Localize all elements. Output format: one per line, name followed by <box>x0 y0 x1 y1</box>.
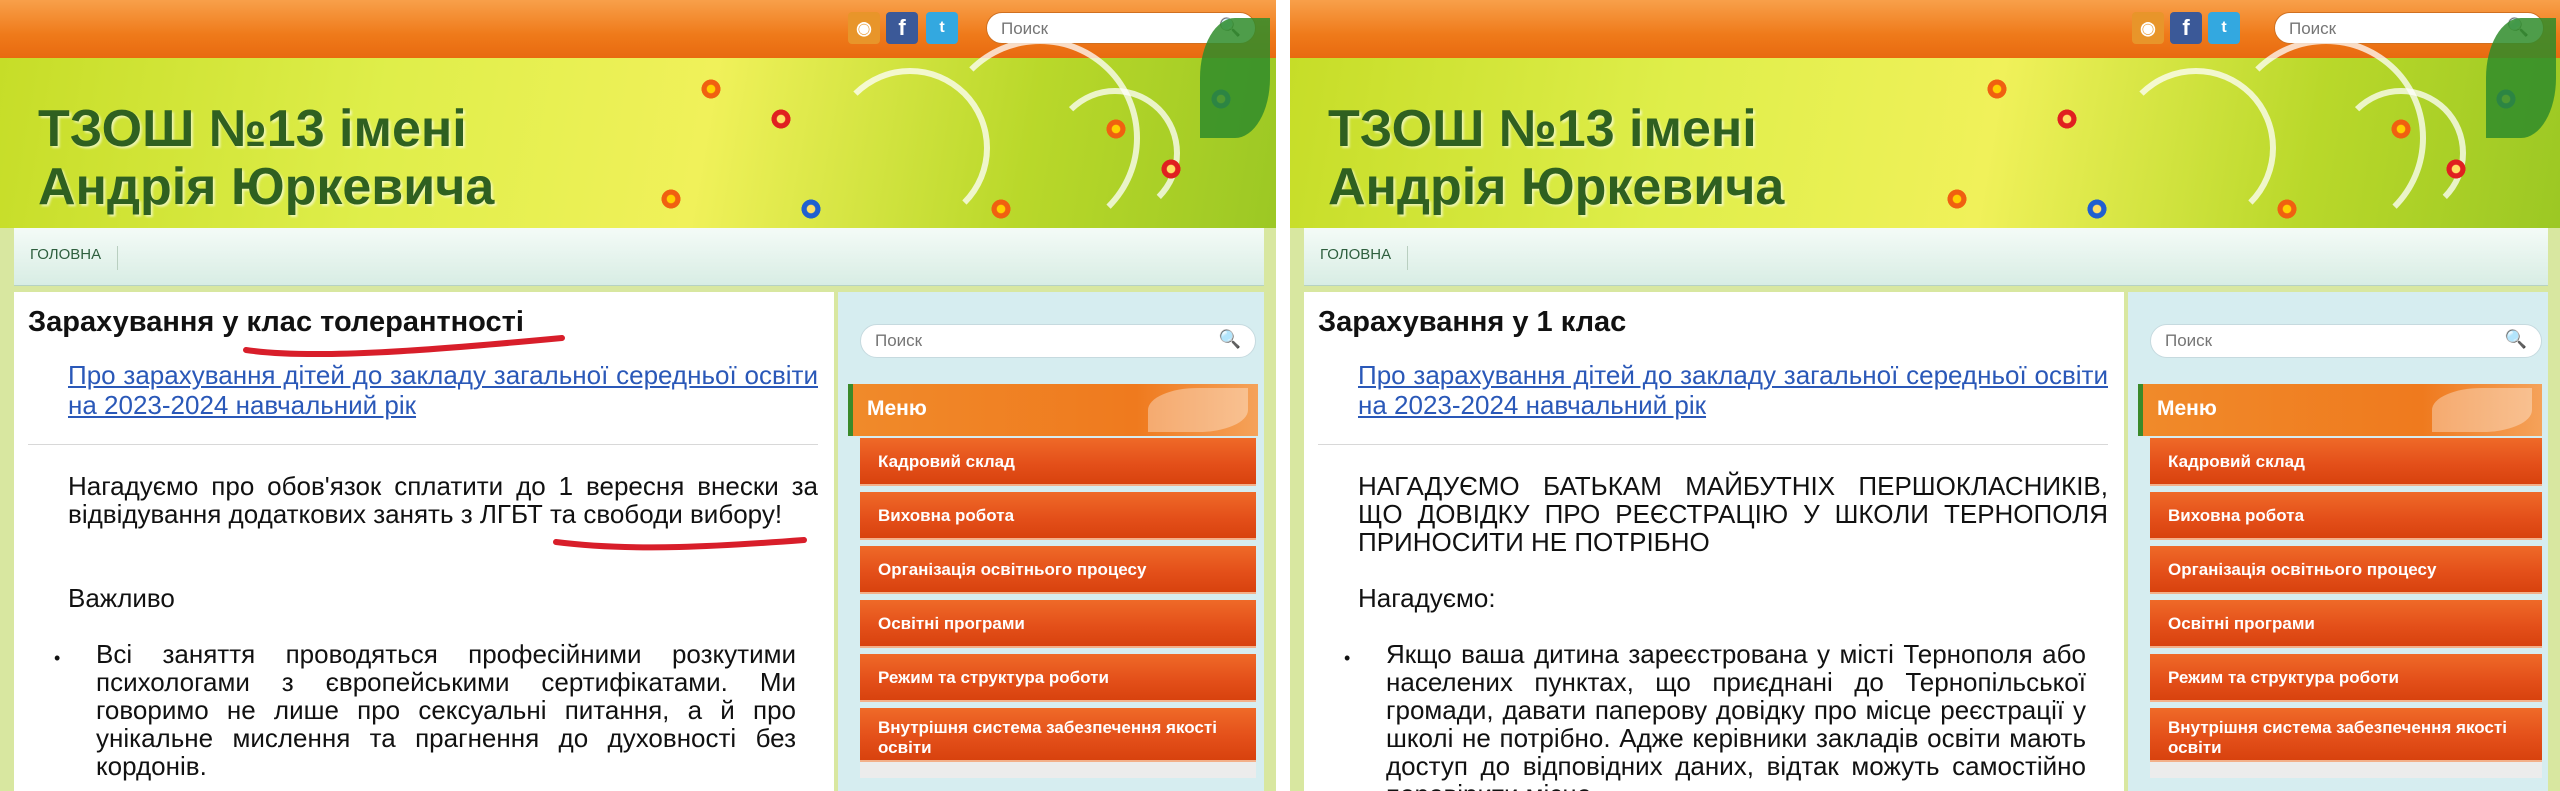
decor-flower <box>2390 118 2412 140</box>
site-banner: ТЗОШ №13 імені Андрія Юркевича <box>0 18 1276 238</box>
menu-item-label: Організація освітнього процесу <box>878 560 1147 579</box>
decor-flower <box>1946 188 1968 210</box>
top-search-input[interactable] <box>2289 19 2489 39</box>
decor-flower <box>1105 118 1127 140</box>
document-link[interactable]: Про зарахування дітей до закладу загальн… <box>68 360 818 420</box>
announcement-text: НАГАДУЄМО БАТЬКАМ МАЙБУТНІХ ПЕРШОКЛАСНИК… <box>1358 471 2108 557</box>
screenshot-right: ◉ f t 🔍 ТЗОШ №13 імені Андрія Юркевича г… <box>1290 0 2560 791</box>
bullet-icon: • <box>54 648 61 668</box>
main-nav: головна <box>1304 228 2548 286</box>
decor-flower <box>1160 158 1182 180</box>
main-content: Зарахування у 1 клас Про зарахування діт… <box>1304 292 2124 791</box>
decor-flower <box>2086 198 2108 220</box>
menu-item-programs[interactable]: Освітні програми <box>860 600 1256 648</box>
menu-item-staff[interactable]: Кадровий склад <box>2150 438 2542 486</box>
menu-item-schedule[interactable]: Режим та структура роботи <box>860 654 1256 702</box>
menu-item-process[interactable]: Організація освітнього процесу <box>860 546 1256 594</box>
decor-flower <box>2445 158 2467 180</box>
menu-separator <box>2150 762 2542 778</box>
nav-item-home[interactable]: головна <box>30 246 119 270</box>
facebook-icon[interactable]: f <box>2170 12 2202 44</box>
decor-flower <box>770 108 792 130</box>
menu-item-programs[interactable]: Освітні програми <box>2150 600 2542 648</box>
menu-item-label: Кадровий склад <box>2168 452 2305 471</box>
twitter-icon[interactable]: t <box>926 12 958 44</box>
menu-header: Меню <box>2138 384 2542 436</box>
menu-item-label: Організація освітнього процесу <box>2168 560 2437 579</box>
sidebar-search-box[interactable]: 🔍 <box>2150 324 2542 358</box>
menu-item-label: Виховна робота <box>2168 506 2305 525</box>
annotation-underline-title <box>243 335 565 358</box>
decor-leaf <box>1200 18 1270 138</box>
menu-item-label: Освітні програми <box>878 614 1025 633</box>
decor-swirl <box>1050 88 1180 218</box>
decor-flower <box>800 198 822 220</box>
menu-item-education[interactable]: Виховна робота <box>860 492 1256 540</box>
decor-flower <box>2276 198 2298 220</box>
main-nav: головна <box>14 228 1264 286</box>
divider <box>28 444 818 445</box>
bullet-icon: • <box>1344 648 1351 668</box>
decor-flower <box>2056 108 2078 130</box>
decor-leaf <box>2432 388 2532 432</box>
decor-leaf <box>2486 18 2556 138</box>
section-label: Важливо <box>68 583 175 613</box>
menu-item-process[interactable]: Організація освітнього процесу <box>2150 546 2542 594</box>
menu-header: Меню <box>848 384 1258 436</box>
bullet-text: Всі заняття проводяться професійними роз… <box>96 639 796 781</box>
site-title[interactable]: ТЗОШ №13 імені Андрія Юркевича <box>1328 100 1784 216</box>
menu-item-label: Виховна робота <box>878 506 1015 525</box>
page-title: Зарахування у клас толерантності <box>28 306 524 338</box>
search-icon[interactable]: 🔍 <box>2505 329 2527 350</box>
menu-item-label: Освітні програми <box>2168 614 2315 633</box>
page-title: Зарахування у 1 клас <box>1318 306 1627 338</box>
site-title-line2: Андрія Юркевича <box>1328 158 1785 216</box>
rss-icon[interactable]: ◉ <box>2132 12 2164 44</box>
site-title-line1: ТЗОШ №13 імені <box>1328 100 1757 158</box>
decor-swirl <box>2336 88 2466 218</box>
menu-header-label: Меню <box>867 397 927 420</box>
decor-flower <box>700 78 722 100</box>
search-icon[interactable]: 🔍 <box>1219 329 1241 350</box>
menu-item-label: Внутрішня система забезпечення якості ос… <box>878 718 1217 757</box>
decor-leaf <box>1148 388 1248 432</box>
menu-item-staff[interactable]: Кадровий склад <box>860 438 1256 486</box>
site-banner: ТЗОШ №13 імені Андрія Юркевича <box>1290 18 2560 238</box>
menu-item-schedule[interactable]: Режим та структура роботи <box>2150 654 2542 702</box>
image-gutter <box>1276 0 1290 791</box>
rss-icon[interactable]: ◉ <box>848 12 880 44</box>
main-content: Зарахування у клас толерантності Про зар… <box>14 292 834 791</box>
site-title-line1: ТЗОШ №13 імені <box>38 100 467 158</box>
site-title-line2: Андрія Юркевича <box>38 158 495 216</box>
screenshot-left: ◉ f t 🔍 ТЗОШ №13 імені Андрія Юркевича г… <box>0 0 1276 791</box>
section-label: Нагадуємо: <box>1358 583 1496 613</box>
decor-flower <box>660 188 682 210</box>
menu-separator <box>860 762 1256 778</box>
sidebar-search-input[interactable] <box>2165 331 2365 351</box>
sidebar: 🔍 Меню Кадровий склад Виховна робота Орг… <box>838 292 1264 791</box>
menu-item-label: Кадровий склад <box>878 452 1015 471</box>
twitter-icon[interactable]: t <box>2208 12 2240 44</box>
divider <box>1318 444 2108 445</box>
announcement-text: Нагадуємо про обов'язок сплатити до 1 ве… <box>68 471 818 529</box>
nav-item-home[interactable]: головна <box>1320 246 1409 270</box>
sidebar-search-input[interactable] <box>875 331 1075 351</box>
menu-item-label: Внутрішня система забезпечення якості ос… <box>2168 718 2507 757</box>
facebook-icon[interactable]: f <box>886 12 918 44</box>
menu-item-label: Режим та структура роботи <box>2168 668 2399 687</box>
top-search-input[interactable] <box>1001 19 1201 39</box>
menu-item-quality[interactable]: Внутрішня система забезпечення якості ос… <box>2150 708 2542 762</box>
sidebar-search-box[interactable]: 🔍 <box>860 324 1256 358</box>
decor-flower <box>990 198 1012 220</box>
menu-item-quality[interactable]: Внутрішня система забезпечення якості ос… <box>860 708 1256 762</box>
menu-header-label: Меню <box>2157 397 2217 420</box>
sidebar: 🔍 Меню Кадровий склад Виховна робота Орг… <box>2128 292 2548 791</box>
annotation-underline-lgbt <box>553 537 807 551</box>
decor-flower <box>1986 78 2008 100</box>
site-title[interactable]: ТЗОШ №13 імені Андрія Юркевича <box>38 100 494 216</box>
menu-item-label: Режим та структура роботи <box>878 668 1109 687</box>
document-link[interactable]: Про зарахування дітей до закладу загальн… <box>1358 360 2108 420</box>
menu-item-education[interactable]: Виховна робота <box>2150 492 2542 540</box>
bullet-text: Якщо ваша дитина зареєстрована у місті Т… <box>1386 639 2086 791</box>
